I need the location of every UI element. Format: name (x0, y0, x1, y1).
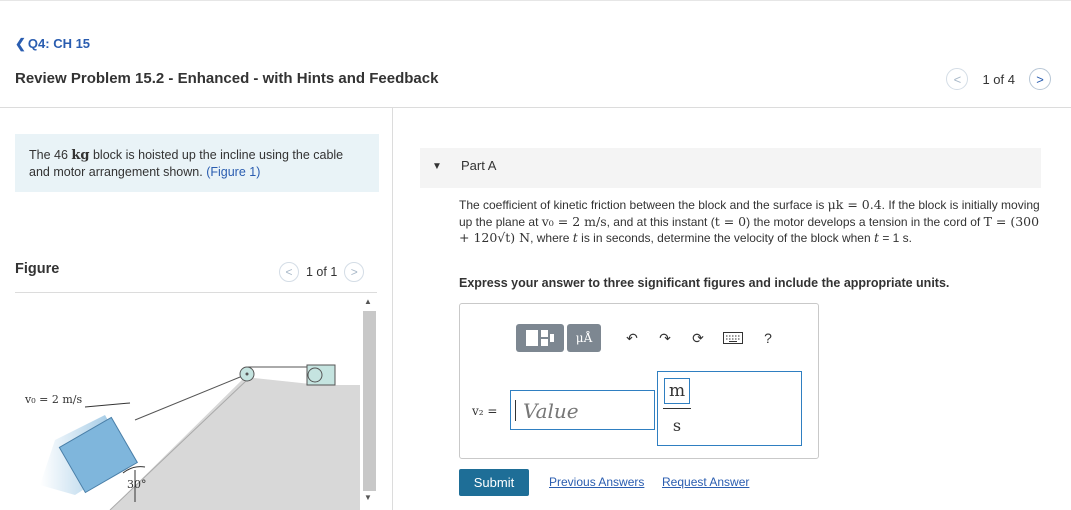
units-input-box[interactable]: m s (657, 371, 802, 446)
problem-pager-text: 1 of 4 (982, 71, 1015, 87)
submit-button[interactable]: Submit (459, 469, 529, 496)
header-divider (0, 107, 1071, 108)
problem-text: , where (530, 231, 573, 245)
part-label: Part A (461, 158, 497, 173)
initial-velocity: v₀ = 2 m/s (541, 213, 607, 229)
part-a-header[interactable]: ▼ Part A (420, 148, 1041, 188)
answer-instruction: Express your answer to three significant… (459, 276, 950, 290)
angle-label: 30° (127, 478, 147, 491)
figure-link[interactable]: (Figure 1) (206, 165, 260, 179)
figure-scrollbar[interactable]: ▲ ▼ (362, 297, 376, 510)
figure-divider (15, 292, 377, 293)
incline-surface (110, 377, 360, 510)
previous-answers-link[interactable]: Previous Answers (549, 475, 644, 489)
undo-icon[interactable]: ↶ (623, 329, 641, 347)
value-input-box[interactable] (510, 390, 655, 430)
figure-pager-text: 1 of 1 (306, 265, 338, 279)
friction-coefficient: μk = 0.4 (827, 197, 882, 212)
unit-denominator[interactable]: s (664, 416, 690, 435)
math-toolbar: μÅ ↶ ↷ ⟳ ? (516, 324, 777, 352)
templates-icon (526, 330, 554, 346)
column-divider (392, 107, 393, 510)
problem-text: The coefficient of kinetic friction betw… (459, 198, 828, 212)
problem-pager: < 1 of 4 > (946, 68, 1051, 90)
scroll-down-icon[interactable]: ▼ (364, 493, 372, 502)
initial-time: t = 0 (714, 213, 747, 229)
value-input[interactable] (521, 394, 653, 428)
problem-statement: The coefficient of kinetic friction betw… (459, 197, 1041, 247)
previous-figure-button[interactable]: < (279, 262, 299, 282)
next-problem-button[interactable]: > (1029, 68, 1051, 90)
problem-text: , and at this instant ( (606, 214, 715, 229)
collapse-triangle-icon: ▼ (432, 161, 442, 172)
top-border (0, 0, 1071, 1)
redo-icon[interactable]: ↷ (656, 329, 674, 347)
problem-intro: The 46 kg block is hoisted up the inclin… (15, 134, 379, 192)
page-title: Review Problem 15.2 - Enhanced - with Hi… (15, 70, 439, 87)
back-to-assignment-link[interactable]: ❮ Q4: CH 15 (15, 36, 90, 52)
scrollbar-thumb[interactable] (363, 311, 376, 491)
text-cursor (515, 400, 516, 421)
motor-drum (307, 367, 323, 383)
velocity-pointer (84, 402, 131, 408)
problem-text: is in seconds, determine the velocity of… (577, 231, 874, 245)
fraction-bar (663, 408, 691, 409)
reset-icon[interactable]: ⟳ (689, 329, 707, 347)
figure-heading: Figure (15, 261, 60, 277)
chevron-left-icon: < (285, 265, 293, 279)
templates-button[interactable] (516, 324, 564, 352)
scroll-up-icon[interactable]: ▲ (364, 297, 372, 306)
figure-pager: < 1 of 1 > (279, 262, 365, 282)
units-icon: μÅ (575, 331, 593, 345)
chevron-right-icon: > (1036, 71, 1044, 87)
unit-numerator[interactable]: m (664, 378, 690, 404)
back-label: Q4: CH 15 (27, 36, 91, 51)
keyboard-icon[interactable] (722, 329, 744, 347)
problem-text: = 1 s. (879, 231, 913, 245)
help-icon[interactable]: ? (759, 329, 777, 347)
chevron-right-icon: > (350, 265, 358, 279)
request-answer-link[interactable]: Request Answer (662, 475, 749, 489)
answer-variable-label: v₂ = (472, 404, 498, 418)
mass-unit: kg (71, 148, 90, 163)
previous-problem-button[interactable]: < (946, 68, 969, 90)
intro-text-1: The 46 (29, 148, 72, 162)
incline-hoist-figure: v₀ = 2 m/s 30° (24, 364, 360, 510)
units-button[interactable]: μÅ (567, 324, 601, 352)
v0-label: v₀ = 2 m/s (24, 393, 82, 406)
pulley-hub (245, 372, 249, 376)
answer-box: μÅ ↶ ↷ ⟳ ? v₂ = m s (459, 303, 819, 459)
next-figure-button[interactable]: > (344, 262, 365, 282)
chevron-left-icon: ❮ (15, 36, 26, 51)
chevron-left-icon: < (953, 71, 962, 87)
problem-text: ) the motor develops a tension in the co… (746, 214, 984, 229)
